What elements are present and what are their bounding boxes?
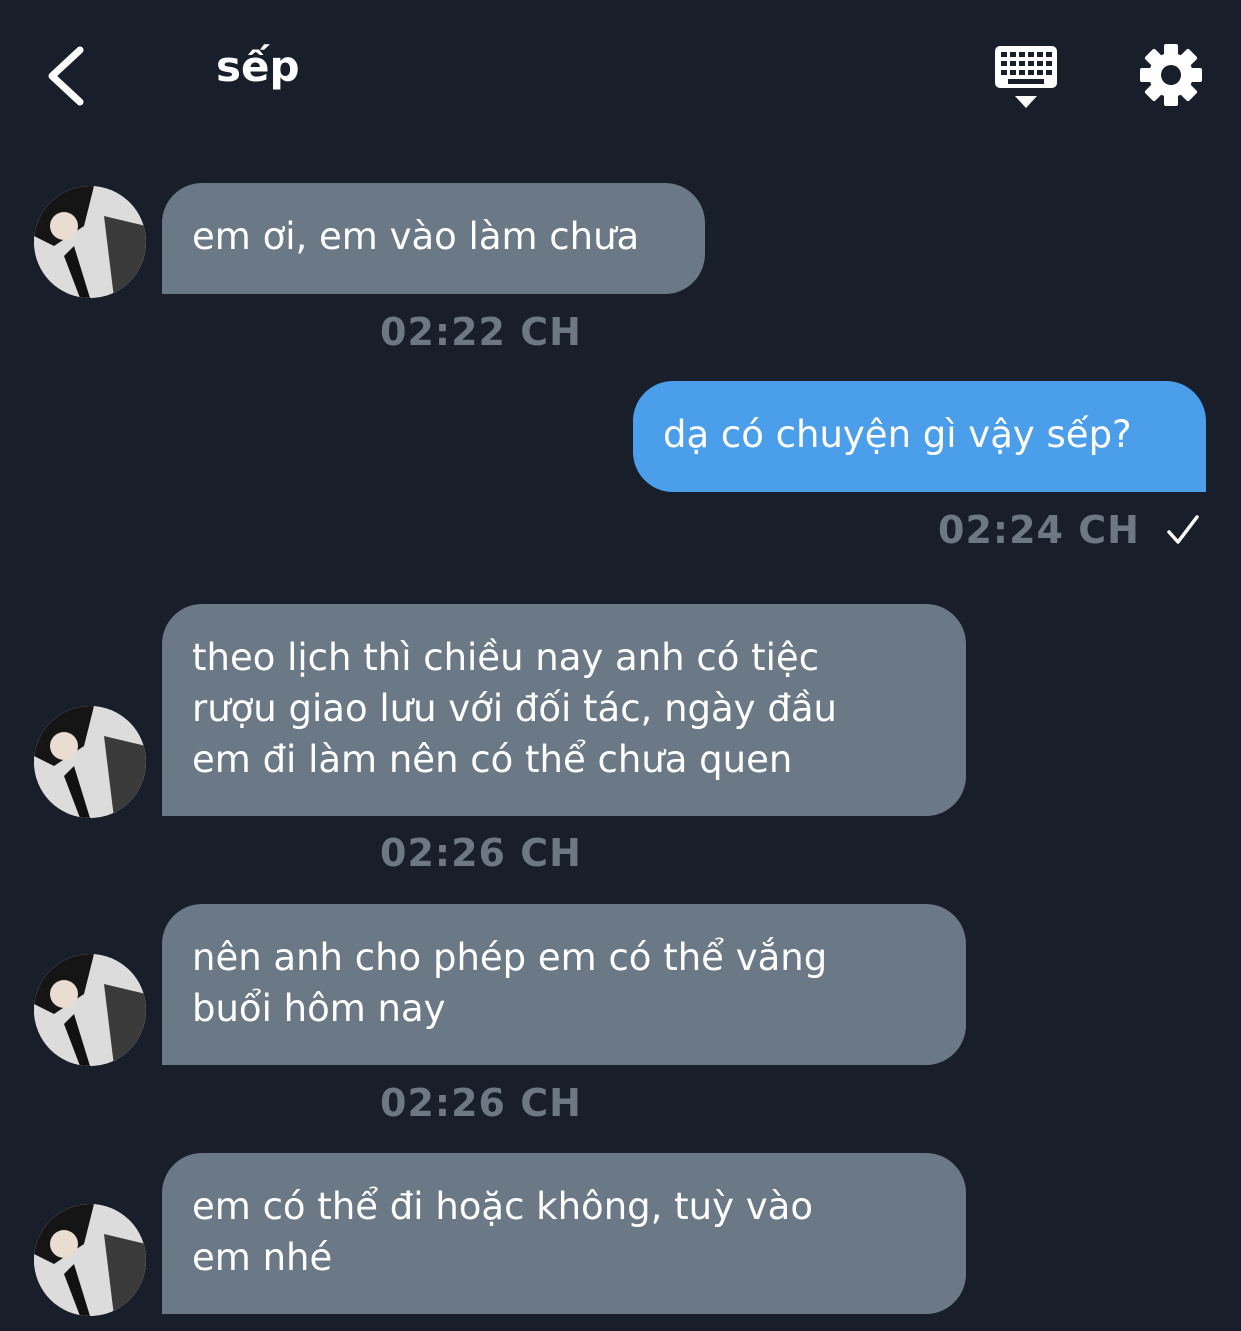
message-bubble-incoming[interactable]: theo lịch thì chiều nay anh có tiệc rượu…	[162, 604, 966, 816]
keyboard-button[interactable]	[990, 40, 1064, 112]
settings-button[interactable]	[1136, 40, 1206, 110]
avatar[interactable]	[34, 186, 146, 298]
chevron-left-icon	[48, 46, 84, 106]
profile-photo	[34, 954, 146, 1066]
gear-icon	[1140, 44, 1202, 106]
message-bubble-incoming[interactable]: em ơi, em vào làm chưa	[162, 183, 705, 294]
keyboard-icon	[995, 46, 1057, 108]
avatar[interactable]	[34, 706, 146, 818]
message-timestamp: 02:22 CH	[380, 310, 582, 354]
back-button[interactable]	[36, 36, 106, 116]
profile-photo	[34, 706, 146, 818]
avatar[interactable]	[34, 1204, 146, 1316]
profile-photo	[34, 186, 146, 298]
message-timestamp: 02:24 CH	[938, 508, 1140, 552]
chat-header: sếp	[0, 0, 1241, 150]
message-timestamp: 02:26 CH	[380, 831, 582, 875]
chat-screen: sếp em ơi, em vào làm chưa 02:22 CH dạ c…	[0, 0, 1241, 1331]
avatar[interactable]	[34, 954, 146, 1066]
chat-title: sếp	[216, 42, 300, 91]
message-timestamp: 02:26 CH	[380, 1081, 582, 1125]
message-bubble-incoming[interactable]: em có thể đi hoặc không, tuỳ vào em nhé	[162, 1153, 966, 1314]
message-bubble-outgoing[interactable]: dạ có chuyện gì vậy sếp?	[633, 381, 1206, 492]
message-bubble-incoming[interactable]: nên anh cho phép em có thể vắng buổi hôm…	[162, 904, 966, 1065]
profile-photo	[34, 1204, 146, 1316]
check-icon	[1167, 515, 1199, 544]
